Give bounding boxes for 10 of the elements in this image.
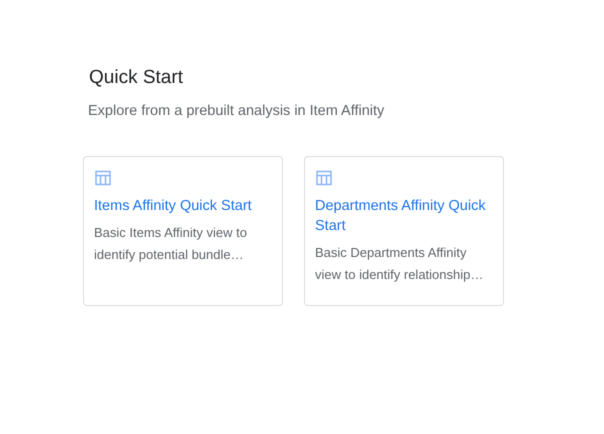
table-icon bbox=[315, 169, 333, 187]
page-subtitle: Explore from a prebuilt analysis in Item Affinity bbox=[88, 102, 386, 121]
quick-start-card[interactable]: Items Affinity Quick Start Basic Items Affinity view to identify potential bundle… bbox=[83, 156, 283, 306]
page-heading: Quick Start bbox=[89, 66, 184, 90]
card-description: Basic Departments Affinity view to identify relationship… bbox=[315, 244, 484, 284]
card-title[interactable]: Departments Affinity Quick Start bbox=[315, 196, 493, 236]
card-title[interactable]: Items Affinity Quick Start bbox=[94, 196, 272, 216]
card-description: Basic Items Affinity view to identify potential bundle… bbox=[94, 224, 248, 264]
table-icon bbox=[94, 169, 112, 187]
quick-start-card[interactable]: Departments Affinity Quick Start Basic Departments Affinity view to identify relationship… bbox=[304, 156, 504, 306]
